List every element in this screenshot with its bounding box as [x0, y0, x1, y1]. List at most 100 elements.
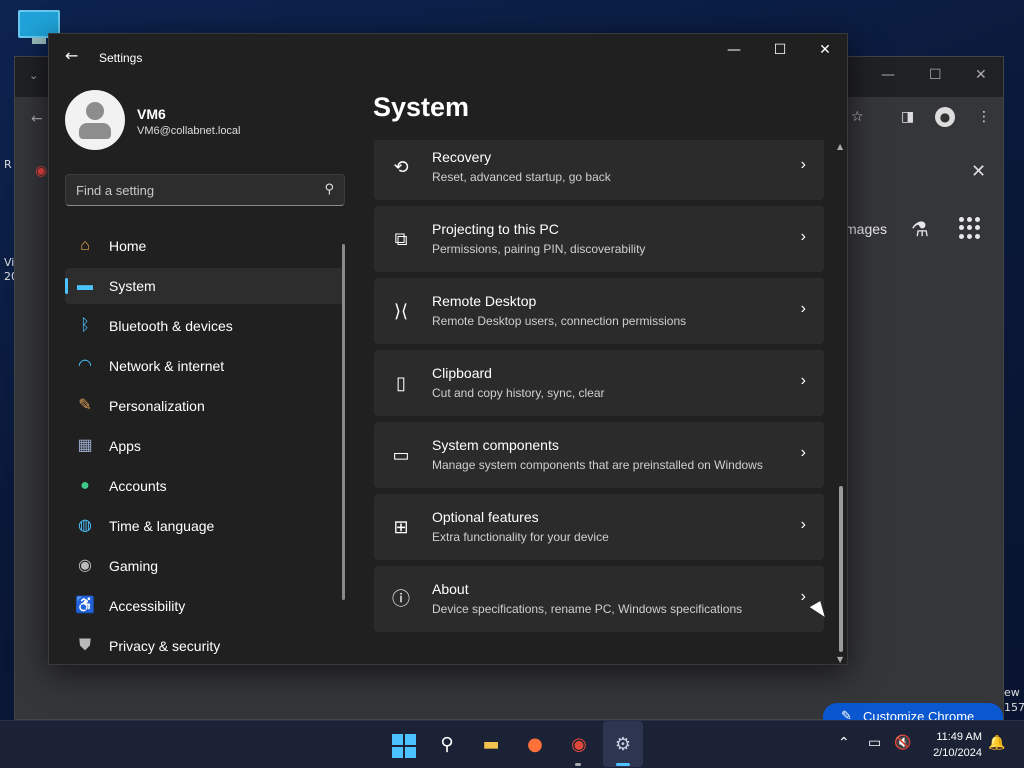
sidebar-item-label: Bluetooth & devices: [109, 318, 233, 334]
profile-name: VM6: [137, 106, 166, 122]
file-explorer-icon[interactable]: ▬: [477, 731, 505, 759]
shield-icon: ⛊: [78, 637, 91, 654]
content-scrollbar[interactable]: ▲ ▼: [837, 142, 845, 664]
chevron-right-icon: ›: [800, 156, 806, 173]
remote-desktop-icon: ⟩⟨: [393, 301, 409, 321]
sidebar-item-label: System: [109, 278, 156, 294]
system-icon: ▬: [77, 277, 93, 294]
sidebar-item-label: Accounts: [109, 478, 167, 494]
sidebar-item-apps[interactable]: ▦ Apps: [65, 428, 343, 464]
sidebar-item-bluetooth-devices[interactable]: ᛒ Bluetooth & devices: [65, 308, 343, 344]
card-subtitle: Cut and copy history, sync, clear: [432, 386, 605, 400]
close-button[interactable]: ✕: [810, 42, 840, 58]
chrome-minimize-button[interactable]: —: [881, 67, 895, 83]
settings-card-optional-features[interactable]: ⊞ Optional features Extra functionality fo…: [374, 494, 824, 560]
sidebar-item-personalization[interactable]: ✎ Personalization: [65, 388, 343, 424]
settings-card-recovery[interactable]: ⟲ Recovery Reset, advanced startup, go bac…: [374, 140, 824, 200]
card-subtitle: Device specifications, rename PC, Window…: [432, 602, 743, 616]
sidebar-item-system[interactable]: ▬ System: [65, 268, 343, 304]
brush-icon: ✎: [78, 397, 92, 414]
sidebar-item-privacy-security[interactable]: ⛊ Privacy & security: [65, 628, 343, 664]
sidebar-item-label: Gaming: [109, 558, 159, 574]
desktop-text-fragment: R: [4, 158, 12, 171]
google-apps-icon[interactable]: [959, 217, 981, 239]
window-title: Settings: [99, 51, 143, 65]
settings-card-system-components[interactable]: ▭ System components Manage system componen…: [374, 422, 824, 488]
network-icon[interactable]: ▭: [868, 735, 881, 751]
sidebar-item-network-internet[interactable]: ◠ Network & internet: [65, 348, 343, 384]
settings-card-clipboard[interactable]: ▯ Clipboard Cut and copy history, sync, cl…: [374, 350, 824, 416]
recovery-icon: ⟲: [393, 157, 409, 177]
chevron-right-icon: ›: [800, 372, 806, 389]
chrome-maximize-button[interactable]: ☐: [929, 67, 942, 83]
settings-card-projecting-to-this-pc[interactable]: ⧉ Projecting to this PC Permissions, pairi…: [374, 206, 824, 272]
settings-gear-icon[interactable]: ⚙: [609, 731, 637, 759]
accessibility-icon: ♿: [75, 597, 95, 614]
card-title: Projecting to this PC: [432, 221, 559, 237]
card-title: System components: [432, 437, 559, 453]
tab-search-chevron-icon[interactable]: ⌄: [29, 69, 38, 82]
desktop-text-fragment: Vi: [4, 256, 15, 269]
card-title: Optional features: [432, 509, 539, 525]
gamepad-icon: ◉: [78, 557, 92, 574]
scrollbar-thumb[interactable]: [839, 486, 843, 652]
scroll-down-arrow-icon[interactable]: ▼: [837, 655, 843, 664]
sidebar-item-gaming[interactable]: ◉ Gaming: [65, 548, 343, 584]
chevron-right-icon: ›: [800, 588, 806, 605]
back-arrow-icon[interactable]: ←: [65, 46, 78, 65]
sidebar-item-label: Home: [109, 238, 147, 254]
sidebar-item-time-language[interactable]: ◍ Time & language: [65, 508, 343, 544]
chrome-logo-icon: ◉: [35, 163, 48, 179]
chevron-right-icon: ›: [800, 228, 806, 245]
sidebar-nav: ⌂ Home ▬ System ᛒ Bluetooth & devices ◠ Network…: [65, 228, 343, 668]
sidebar-item-label: Personalization: [109, 398, 205, 414]
card-subtitle: Permissions, pairing PIN, discoverabilit…: [432, 242, 646, 256]
chrome-menu-icon[interactable]: ⋮: [977, 109, 991, 125]
sidebar-item-label: Privacy & security: [109, 638, 221, 654]
sidebar-item-accounts[interactable]: ● Accounts: [65, 468, 343, 504]
optional-features-icon: ⊞: [393, 517, 409, 537]
labs-flask-icon[interactable]: ⚗: [911, 217, 929, 241]
sidebar-item-accessibility[interactable]: ♿ Accessibility: [65, 588, 343, 624]
profile-email: VM6@collabnet.local: [137, 125, 241, 137]
sidebar-scrollbar[interactable]: [342, 244, 345, 600]
search-box[interactable]: ⚲: [65, 174, 345, 206]
search-input[interactable]: [66, 175, 306, 205]
home-icon: ⌂: [80, 237, 90, 254]
bookmark-star-icon[interactable]: ☆: [851, 109, 864, 125]
card-title: Clipboard: [432, 365, 492, 381]
settings-card-remote-desktop[interactable]: ⟩⟨ Remote Desktop Remote Desktop users, co…: [374, 278, 824, 344]
search-icon[interactable]: ⚲: [324, 182, 334, 197]
maximize-button[interactable]: ☐: [765, 42, 795, 58]
volume-muted-icon[interactable]: 🔇: [894, 735, 911, 751]
back-icon[interactable]: ←: [31, 111, 43, 127]
desktop-text-fragment: ew: [1004, 686, 1020, 699]
system-components-icon: ▭: [392, 445, 410, 465]
bluetooth-icon: ᛒ: [80, 317, 90, 334]
notification-bell-icon[interactable]: 🔔: [988, 735, 1005, 751]
sidebar-item-label: Apps: [109, 438, 141, 454]
sidebar-item-home[interactable]: ⌂ Home: [65, 228, 343, 264]
chrome-close-button[interactable]: ✕: [975, 67, 987, 83]
firefox-icon[interactable]: ●: [521, 731, 549, 759]
minimize-button[interactable]: —: [719, 42, 749, 58]
settings-card-about[interactable]: ⓘ About Device specifications, rename PC, …: [374, 566, 824, 632]
profile-icon[interactable]: ●: [935, 107, 955, 127]
avatar[interactable]: [65, 90, 125, 150]
scroll-up-arrow-icon[interactable]: ▲: [837, 142, 843, 151]
close-icon[interactable]: ✕: [971, 161, 986, 182]
clock[interactable]: 11:49 AM 2/10/2024: [918, 729, 982, 761]
settings-window[interactable]: ← Settings — ☐ ✕ VM6 VM6@collabnet.local…: [48, 33, 848, 665]
chrome-taskbar-icon[interactable]: ◉: [565, 731, 593, 759]
accounts-icon: ●: [80, 477, 90, 494]
chevron-right-icon: ›: [800, 516, 806, 533]
desktop-text-fragment: 157: [1004, 701, 1024, 714]
apps-icon: ▦: [77, 437, 93, 454]
chrome-running-indicator: [575, 763, 581, 766]
search-taskbar-icon[interactable]: ⚲: [433, 731, 461, 759]
start-button[interactable]: [389, 731, 417, 759]
side-panel-icon[interactable]: ◨: [901, 109, 914, 125]
show-hidden-icons-chevron-icon[interactable]: ⌃: [838, 735, 850, 751]
sidebar-item-label: Network & internet: [109, 358, 225, 374]
images-link[interactable]: mages: [845, 221, 887, 237]
